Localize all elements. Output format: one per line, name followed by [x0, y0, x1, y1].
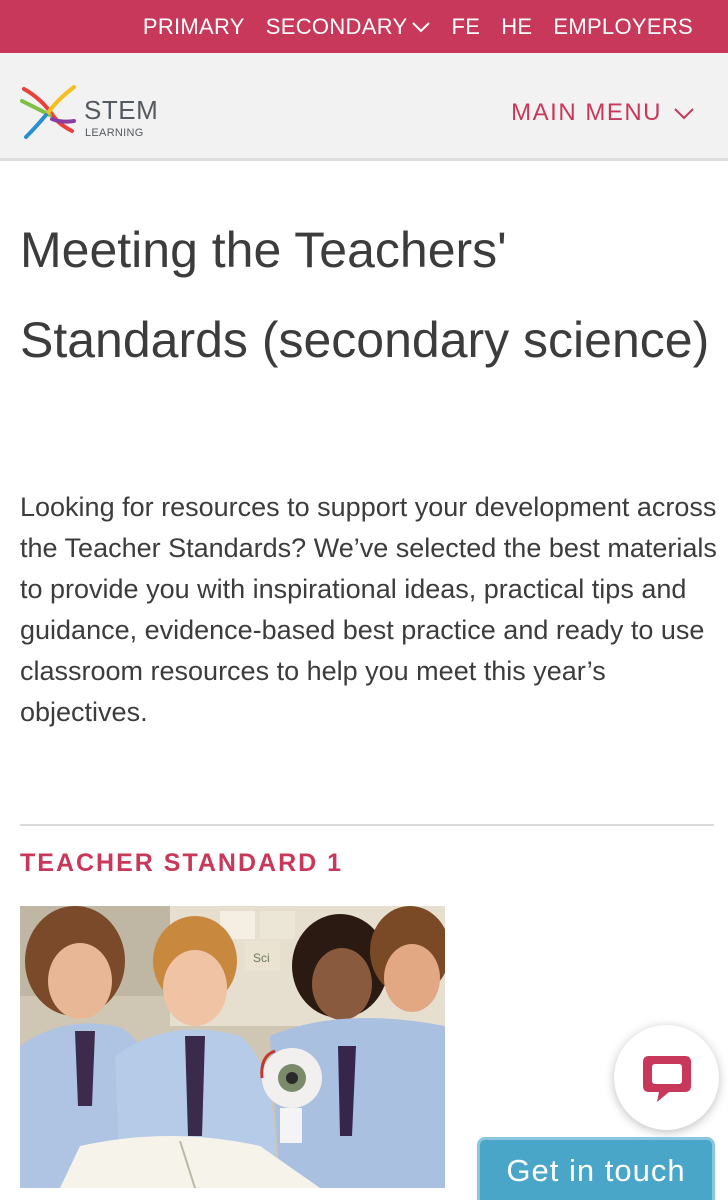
chat-widget-button[interactable]	[614, 1025, 719, 1130]
students-classroom-photo[interactable]: Sci	[20, 906, 445, 1188]
get-in-touch-label: Get in touch	[506, 1153, 686, 1188]
logo-stem-text: STEM	[84, 95, 159, 125]
main-menu-label: MAIN MENU	[511, 99, 662, 126]
stem-learning-logo[interactable]: STEM LEARNING	[20, 83, 160, 143]
get-in-touch-button[interactable]: Get in touch	[477, 1137, 715, 1200]
chevron-down-icon	[674, 107, 694, 119]
nav-he-label: HE	[501, 13, 533, 39]
site-header: STEM LEARNING MAIN MENU	[0, 53, 728, 161]
students-photo-illustration: Sci	[20, 906, 445, 1188]
section-divider	[20, 824, 714, 826]
nav-employers-label: EMPLOYERS	[553, 13, 693, 39]
audience-nav: PRIMARY SECONDARY FE HE EMPLOYERS	[143, 0, 728, 53]
chevron-down-icon	[412, 21, 431, 32]
nav-secondary-label: SECONDARY	[265, 13, 408, 39]
classroom-sign-text: Sci	[253, 951, 270, 965]
page-title: Meeting the Teachers' Standards (seconda…	[20, 222, 710, 368]
stem-logo-mark-icon	[20, 85, 76, 139]
logo-learning-text: LEARNING	[85, 127, 144, 139]
nav-fe-label: FE	[451, 13, 481, 39]
nav-fe-link[interactable]: FE	[451, 14, 480, 40]
nav-primary-link[interactable]: PRIMARY	[143, 14, 245, 40]
nav-primary-label: PRIMARY	[142, 13, 245, 39]
teacher-standard-heading[interactable]: TEACHER STANDARD 1	[20, 849, 343, 878]
chat-icon	[642, 1055, 691, 1102]
nav-he-link[interactable]: HE	[501, 14, 532, 40]
intro-paragraph: Looking for resources to support your de…	[20, 492, 717, 727]
nav-employers-link[interactable]: EMPLOYERS	[553, 14, 693, 40]
top-bar: PRIMARY SECONDARY FE HE EMPLOYERS	[0, 0, 728, 53]
nav-secondary-link[interactable]: SECONDARY	[266, 14, 431, 40]
main-menu-button[interactable]: MAIN MENU	[511, 99, 694, 127]
